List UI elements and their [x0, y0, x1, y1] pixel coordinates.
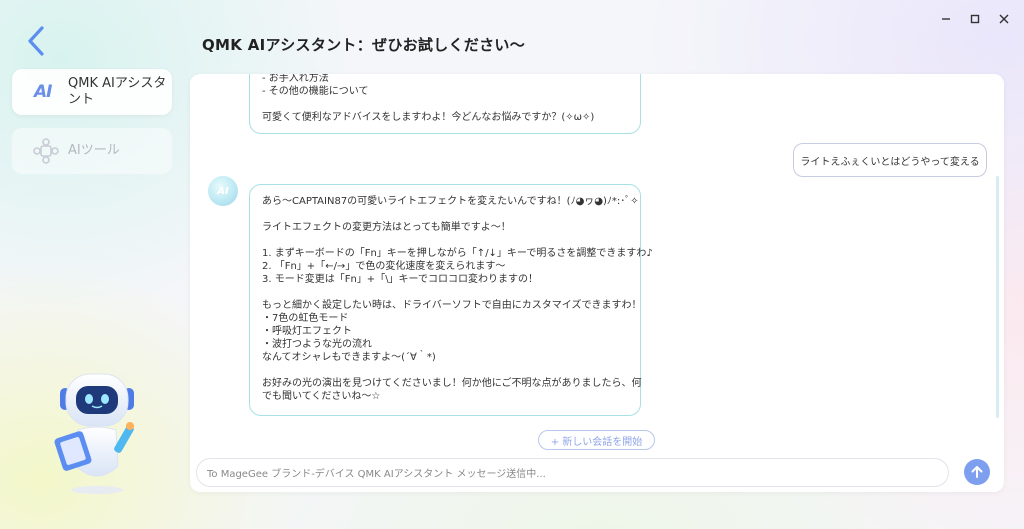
- sidebar-item-label-line1: QMK AIアシスタ: [68, 76, 167, 91]
- sidebar-item-ai-tools[interactable]: AIツール: [12, 128, 172, 174]
- minimize-button[interactable]: [937, 10, 955, 28]
- ai-avatar: AI: [208, 176, 238, 206]
- message-line: [262, 98, 628, 111]
- ai-message-reply: あら～CAPTAIN87の可愛いライトエフェクトを変えたいんですね！(ﾉ◕ヮ◕)…: [249, 184, 653, 416]
- minimize-icon: [942, 18, 950, 20]
- puzzle-icon: [33, 138, 59, 164]
- message-line: なんてオシャレもできますよ～(´∀｀*): [262, 352, 436, 363]
- user-message: ライトえふぇくいとはどうやって変える: [793, 143, 987, 177]
- maximize-icon: [970, 14, 980, 24]
- sidebar-item-label: QMK AIアシスタ ント: [68, 76, 166, 108]
- message-line: [262, 364, 628, 377]
- message-input[interactable]: To MageGee ブランド-デバイス QMK AIアシスタント メッセージ送…: [196, 458, 949, 487]
- maximize-button[interactable]: [966, 10, 984, 28]
- message-line: あら～CAPTAIN87の可愛いライトエフェクトを変えたいんですね！(ﾉ◕ヮ◕)…: [262, 196, 639, 207]
- message-line: 3. モード変更は「Fn」+「\」キーでコロコロ変わりますの！: [262, 274, 538, 285]
- message-line: ライトエフェクトの変更方法はとっても簡単ですよ～！: [262, 222, 511, 233]
- ai-avatar-label: AI: [217, 185, 229, 197]
- message-line: でも聞いてくださいね～☆: [262, 391, 381, 402]
- message-line: - お手入れ方法: [262, 74, 329, 84]
- chat-scrollbar[interactable]: [996, 176, 999, 418]
- message-line: ・7色の虹色モード: [262, 313, 349, 324]
- message-line: ・波打つような光の流れ: [262, 339, 372, 350]
- message-line: [262, 208, 628, 221]
- robot-mascot-illustration: [54, 373, 134, 494]
- sidebar-item-label: AIツール: [68, 143, 120, 158]
- chat-panel: - お手入れ方法 - その他の機能について 可愛くて便利なアドバイスをしますわよ…: [190, 74, 1004, 492]
- page-title: QMK AIアシスタント：ぜひお試しください～: [202, 36, 526, 54]
- message-line: [262, 286, 628, 299]
- close-button[interactable]: [995, 10, 1013, 28]
- sidebar-item-label-line2: ント: [68, 92, 95, 107]
- message-line: ・呼吸灯エフェクト: [262, 326, 352, 337]
- message-line: - その他の機能について: [262, 86, 369, 97]
- close-icon: [999, 14, 1009, 24]
- message-line: もっと細かく設定したい時は、ドライバーソフトで自由にカスタマイズできますわ！: [262, 300, 642, 311]
- message-line: お好みの光の演出を見つけてくださいまし！何か他にご不明な点がありましたら、何: [262, 378, 642, 389]
- message-line: 2. 「Fn」+「←/→」で色の変化速度を変えられます～: [262, 261, 506, 272]
- ai-text-icon: AI: [34, 82, 52, 102]
- chevron-left-icon: [28, 26, 44, 56]
- sidebar-item-qmk-ai-assistant[interactable]: AI QMK AIアシスタ ント: [12, 69, 172, 115]
- back-button[interactable]: [24, 24, 54, 58]
- new-chat-button[interactable]: + 新しい会話を開始: [538, 430, 655, 450]
- send-button[interactable]: [964, 459, 990, 485]
- ai-message-previous: - お手入れ方法 - その他の機能について 可愛くて便利なアドバイスをしますわよ…: [249, 74, 641, 134]
- arrow-up-icon: [971, 466, 983, 478]
- message-line: 1. まずキーボードの「Fn」キーを押しながら「↑/↓」キーで明るさを調整できま…: [262, 248, 653, 259]
- message-line: 可愛くて便利なアドバイスをしますわよ！今どんなお悩みですか？(✧ω✧): [262, 112, 595, 123]
- message-line: [262, 234, 628, 247]
